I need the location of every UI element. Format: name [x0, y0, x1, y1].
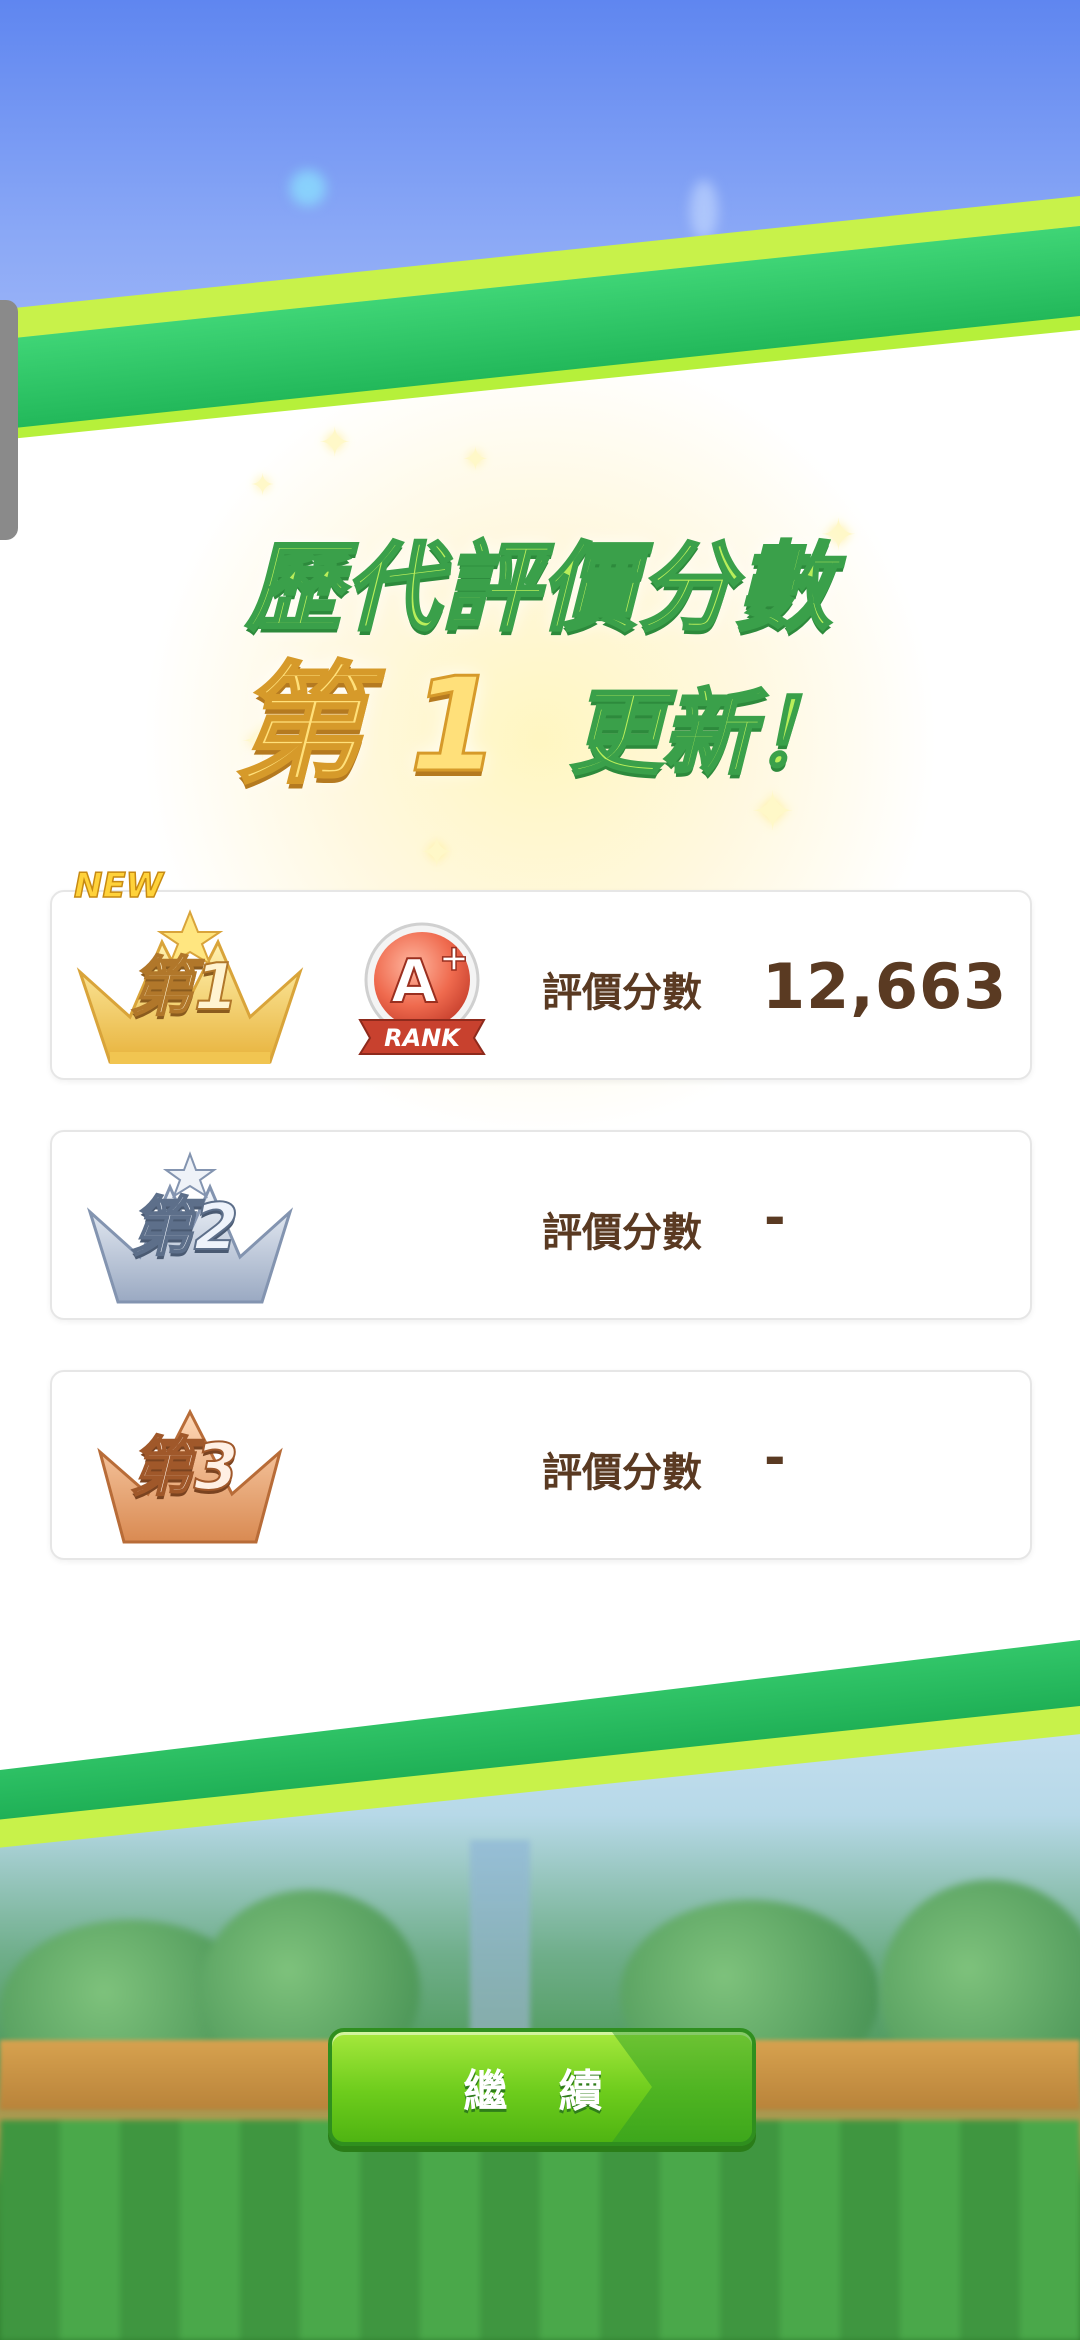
gold-crown-icon: 第1 — [70, 902, 310, 1072]
hedge — [0, 2120, 1080, 2340]
new-rank-text: 第 1 — [233, 649, 502, 801]
rank-update-heading: 第 1 更新！ — [0, 649, 1080, 801]
ranking-row-1: 第1 NEW A RANK + 評價分數 12,663 — [50, 865, 1032, 1080]
score-label: 評價分數 — [542, 970, 702, 1016]
bronze-crown-icon: 第3 — [70, 1382, 310, 1552]
rank-word: RANK — [384, 1024, 462, 1052]
score-value: 12,663 — [762, 950, 1008, 1023]
place-label: 第3 — [129, 1431, 240, 1505]
side-handle[interactable] — [0, 300, 18, 540]
light-particle — [290, 170, 326, 206]
sparkle-icon: ✦ — [250, 468, 276, 503]
continue-button[interactable]: 繼 續 — [328, 2028, 756, 2146]
silver-crown-icon: 第2 — [70, 1142, 310, 1312]
score-value: - — [764, 1188, 786, 1248]
score-value: - — [764, 1428, 786, 1488]
place-label: 第1 — [129, 951, 240, 1025]
place-label: 第2 — [129, 1191, 240, 1265]
sparkle-icon: ✦ — [462, 440, 489, 478]
rank-badge-icon: A RANK + — [352, 920, 492, 1060]
updated-text: 更新！ — [568, 680, 847, 787]
ranking-row-2: 第2 評價分數 - — [50, 1130, 1032, 1320]
page-title: 歷代評價分數 — [245, 531, 834, 646]
sparkle-icon: ✦ — [420, 830, 454, 876]
rank-grade: A — [391, 947, 438, 1017]
score-label: 評價分數 — [542, 1450, 702, 1496]
tower — [470, 1840, 530, 2040]
sparkle-icon: ✦ — [318, 420, 352, 466]
ranking-row-3: 第3 評價分數 - — [50, 1370, 1032, 1560]
score-label: 評價分數 — [542, 1210, 702, 1256]
rank-plus-sign: + — [439, 938, 469, 979]
new-badge: NEW — [73, 865, 164, 907]
continue-label: 繼 續 — [463, 2066, 621, 2117]
light-particle — [690, 180, 718, 240]
